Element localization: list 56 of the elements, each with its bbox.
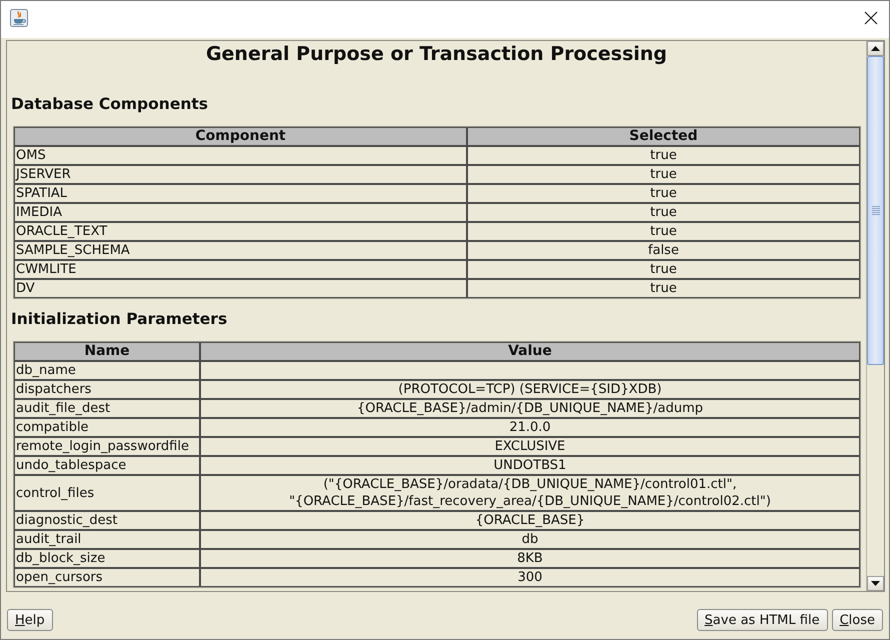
table-cell: true [467, 260, 860, 279]
column-header: Selected [467, 127, 860, 146]
section-heading: Database Components [11, 94, 210, 114]
table-cell: SPATIAL [14, 184, 467, 203]
table-cell: db_block_size [14, 549, 200, 568]
table-cell: 8KB [200, 549, 860, 568]
table-cell: OMS [14, 146, 467, 165]
table-cell: ORACLE_TEXT [14, 222, 467, 241]
table-cell: IMEDIA [14, 203, 467, 222]
table-cell: audit_file_dest [14, 399, 200, 418]
table-cell: JSERVER [14, 165, 467, 184]
table-cell: remote_login_passwordfile [14, 437, 200, 456]
table-cell: db [200, 530, 860, 549]
table-cell: DV [14, 279, 467, 298]
table-cell: diagnostic_dest [14, 511, 200, 530]
table-cell: false [467, 241, 860, 260]
column-header: Name [14, 342, 200, 361]
table-cell: db_name [14, 361, 200, 380]
table-cell: SAMPLE_SCHEMA [14, 241, 467, 260]
table-cell: true [467, 184, 860, 203]
scrollbar-thumb[interactable] [867, 56, 884, 365]
coffee-cup-icon [10, 8, 28, 26]
scroll-down-button[interactable] [867, 576, 884, 591]
scroll-up-button[interactable] [867, 41, 884, 56]
table-cell: audit_trail [14, 530, 200, 549]
table-cell: (PROTOCOL=TCP) (SERVICE={SID}XDB) [200, 380, 860, 399]
table-cell: true [467, 222, 860, 241]
table-cell: open_cursors [14, 568, 200, 587]
up-arrow-icon [871, 46, 880, 51]
table-cell: 300 [200, 568, 860, 587]
table-cell: true [467, 203, 860, 222]
table-cell: dispatchers [14, 380, 200, 399]
table-cell: ("{ORACLE_BASE}/oradata/{DB_UNIQUE_NAME}/control01.ctl", "{ORACLE_BASE}/fast_recovery_area/{DB_UNIQUE_NAME}/control02.ctl") [200, 475, 860, 511]
down-arrow-icon [871, 581, 880, 586]
save-button[interactable]: Save as HTML file [696, 609, 828, 631]
table-cell: 21.0.0 [200, 418, 860, 437]
close-icon[interactable] [864, 11, 878, 25]
column-header: Component [14, 127, 467, 146]
table-cell: undo_tablespace [14, 456, 200, 475]
table-cell: UNDOTBS1 [200, 456, 860, 475]
section-heading: Initialization Parameters [11, 309, 228, 329]
table-cell: {ORACLE_BASE} [200, 511, 860, 530]
table-cell: CWMLITE [14, 260, 467, 279]
table-cell: control_files [14, 475, 200, 511]
scrollbar-track[interactable] [866, 41, 884, 591]
report-title: General Purpose or Transaction Processing [204, 42, 668, 66]
close-button[interactable]: Close [832, 609, 883, 631]
column-header: Value [200, 342, 860, 361]
grip-icon [872, 206, 880, 215]
table-cell: compatible [14, 418, 200, 437]
table-cell: EXCLUSIVE [200, 437, 860, 456]
table-cell: true [467, 146, 860, 165]
table-cell: {ORACLE_BASE}/admin/{DB_UNIQUE_NAME}/adump [200, 399, 860, 418]
help-button[interactable]: Help [7, 609, 53, 631]
table-cell: true [467, 165, 860, 184]
table-cell: true [467, 279, 860, 298]
